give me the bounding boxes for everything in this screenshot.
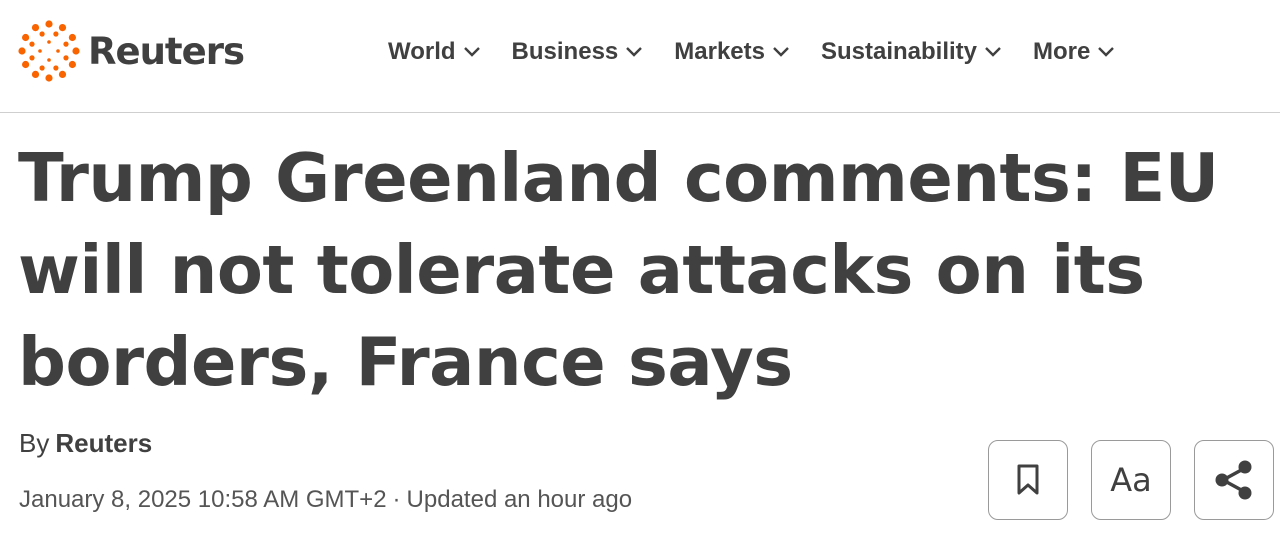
byline-prefix: By (19, 428, 50, 458)
byline: By Reuters (19, 428, 152, 459)
nav-item-label: Business (511, 38, 619, 65)
reuters-logo-icon (18, 20, 80, 82)
nav-item-label: Sustainability (820, 38, 978, 65)
chevron-down-icon (773, 47, 789, 57)
nav-item-markets[interactable]: Markets (674, 38, 790, 66)
text-size-label: Aa (1110, 461, 1152, 499)
dateline: January 8, 2025 10:58 AM GMT+2 · Updated a… (19, 486, 632, 514)
chevron-down-icon (985, 47, 1001, 57)
nav-item-world[interactable]: World (388, 38, 481, 66)
chevron-down-icon (626, 47, 643, 57)
updated-time: Updated an hour ago (406, 486, 633, 513)
dateline-separator: · (392, 486, 401, 513)
bookmark-button[interactable] (988, 440, 1068, 520)
nav-item-label: Markets (674, 38, 765, 65)
author-link[interactable]: Reuters (55, 428, 152, 458)
article-headline: Trump Greenland comments: EU will not to… (18, 139, 1219, 401)
chevron-down-icon (1098, 47, 1115, 57)
bookmark-icon (1017, 464, 1039, 495)
share-icon (1215, 460, 1252, 500)
reuters-logo[interactable]: Reuters (18, 20, 245, 82)
nav-item-sustainability[interactable]: Sustainability (821, 38, 1002, 66)
nav-item-business[interactable]: Business (512, 38, 644, 66)
reuters-logo-text: Reuters (88, 29, 245, 73)
nav-item-label: More (1033, 38, 1091, 65)
published-time: January 8, 2025 10:58 AM GMT+2 (19, 486, 387, 513)
share-button[interactable] (1194, 440, 1274, 520)
chevron-down-icon (463, 47, 480, 57)
text-size-button[interactable]: Aa (1091, 440, 1171, 520)
nav-item-label: World (388, 38, 456, 65)
article-tools: Aa (988, 440, 1274, 520)
nav-item-more[interactable]: More (1033, 38, 1115, 66)
site-header: Reuters World Business Markets Sustainab… (0, 0, 1280, 113)
main-nav: World Business Markets Sustainability Mo… (388, 36, 1146, 68)
